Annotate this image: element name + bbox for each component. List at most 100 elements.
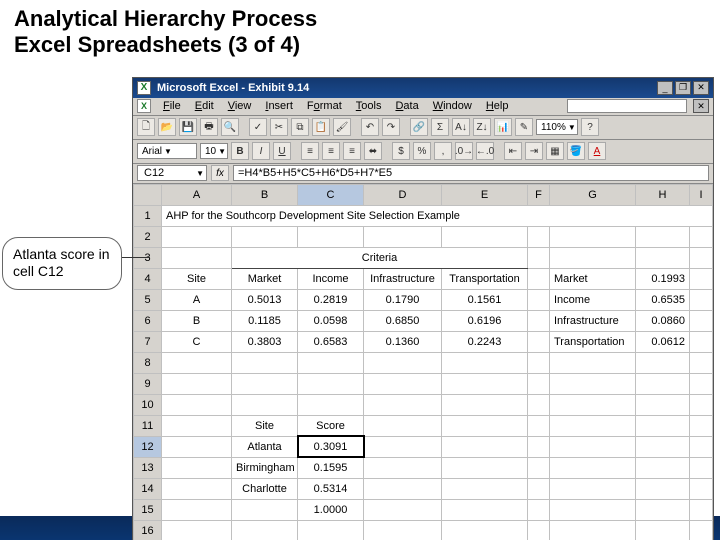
col-I[interactable]: I <box>690 184 713 205</box>
save-icon[interactable]: 💾 <box>179 118 197 136</box>
drawing-icon[interactable]: ✎ <box>515 118 533 136</box>
cell-C14[interactable]: 0.5314 <box>298 478 364 499</box>
row-14[interactable]: 14 Charlotte 0.5314 <box>134 478 713 499</box>
align-center-icon[interactable]: ≡ <box>322 142 340 160</box>
cell-H7[interactable]: 0.0612 <box>636 331 690 352</box>
cell-H4[interactable]: 0.1993 <box>636 268 690 289</box>
cell-F4[interactable] <box>528 268 550 289</box>
cell-A6[interactable]: B <box>162 310 232 331</box>
col-H[interactable]: H <box>636 184 690 205</box>
workbook-close-button[interactable]: ✕ <box>693 99 709 113</box>
hyperlink-icon[interactable]: 🔗 <box>410 118 428 136</box>
cell-E7[interactable]: 0.2243 <box>442 331 528 352</box>
criteria-header[interactable]: Criteria <box>232 247 528 268</box>
row-8[interactable]: 8 <box>134 352 713 373</box>
row-4[interactable]: 4 Site Market Income Infrastructure Tran… <box>134 268 713 289</box>
row-1[interactable]: 1AHP for the Southcorp Development Site … <box>134 205 713 226</box>
bold-icon[interactable]: B <box>231 142 249 160</box>
menu-help[interactable]: Help <box>480 99 515 113</box>
print-icon[interactable]: 🖶 <box>200 118 218 136</box>
borders-icon[interactable]: ▦ <box>546 142 564 160</box>
minimize-button[interactable]: _ <box>657 81 673 95</box>
row-9[interactable]: 9 <box>134 373 713 394</box>
col-C[interactable]: C <box>298 184 364 205</box>
chart-icon[interactable]: 📊 <box>494 118 512 136</box>
cell-C13[interactable]: 0.1595 <box>298 457 364 478</box>
align-left-icon[interactable]: ≡ <box>301 142 319 160</box>
zoom-dropdown[interactable]: 110%▼ <box>536 119 578 135</box>
cell-E6[interactable]: 0.6196 <box>442 310 528 331</box>
row-10[interactable]: 10 <box>134 394 713 415</box>
formula-bar[interactable]: =H4*B5+H5*C5+H6*D5+H7*E5 <box>233 165 709 181</box>
menu-file[interactable]: File <box>157 99 187 113</box>
percent-icon[interactable]: % <box>413 142 431 160</box>
workbook-icon[interactable]: X <box>137 99 151 113</box>
currency-icon[interactable]: $ <box>392 142 410 160</box>
cell-G4[interactable]: Market <box>550 268 636 289</box>
cell-B4[interactable]: Market <box>232 268 298 289</box>
worksheet-grid[interactable]: A B C D E F G H I 1AHP for the Southcorp… <box>133 184 713 540</box>
name-box[interactable]: C12▼ <box>137 165 207 181</box>
cell-G6[interactable]: Infrastructure <box>550 310 636 331</box>
cell-B12[interactable]: Atlanta <box>232 436 298 457</box>
font-size-dropdown[interactable]: 10▼ <box>200 143 228 159</box>
undo-icon[interactable]: ↶ <box>361 118 379 136</box>
cell-A5[interactable]: A <box>162 289 232 310</box>
copy-icon[interactable]: ⧉ <box>291 118 309 136</box>
font-color-icon[interactable]: A <box>588 142 606 160</box>
row-7[interactable]: 7 C 0.3803 0.6583 0.1360 0.2243 Transpor… <box>134 331 713 352</box>
comma-icon[interactable]: , <box>434 142 452 160</box>
cell-C5[interactable]: 0.2819 <box>298 289 364 310</box>
menu-data[interactable]: Data <box>389 99 424 113</box>
cell-D6[interactable]: 0.6850 <box>364 310 442 331</box>
menu-tools[interactable]: Tools <box>350 99 388 113</box>
underline-icon[interactable]: U <box>273 142 291 160</box>
cell-B7[interactable]: 0.3803 <box>232 331 298 352</box>
fx-button[interactable]: fx <box>211 165 229 181</box>
col-G[interactable]: G <box>550 184 636 205</box>
cell-B14[interactable]: Charlotte <box>232 478 298 499</box>
select-all-cell[interactable] <box>134 184 162 205</box>
increase-indent-icon[interactable]: ⇥ <box>525 142 543 160</box>
menu-format[interactable]: Format <box>301 99 348 113</box>
cell-B13[interactable]: Birmingham <box>232 457 298 478</box>
menu-edit[interactable]: Edit <box>189 99 220 113</box>
cell-A7[interactable]: C <box>162 331 232 352</box>
menu-insert[interactable]: Insert <box>259 99 299 113</box>
row-11[interactable]: 11 Site Score <box>134 415 713 436</box>
paste-icon[interactable]: 📋 <box>312 118 330 136</box>
maximize-button[interactable]: ❐ <box>675 81 691 95</box>
cell-D5[interactable]: 0.1790 <box>364 289 442 310</box>
menu-view[interactable]: View <box>222 99 258 113</box>
row-12[interactable]: 12 Atlanta 0.3091 <box>134 436 713 457</box>
print-preview-icon[interactable]: 🔍 <box>221 118 239 136</box>
cell-D7[interactable]: 0.1360 <box>364 331 442 352</box>
sort-asc-icon[interactable]: A↓ <box>452 118 470 136</box>
font-name-dropdown[interactable]: Arial▼ <box>137 143 197 159</box>
row-16[interactable]: 16 <box>134 520 713 540</box>
cell-B6[interactable]: 0.1185 <box>232 310 298 331</box>
open-icon[interactable]: 📂 <box>158 118 176 136</box>
row-2[interactable]: 2 <box>134 226 713 247</box>
cell-H5[interactable]: 0.6535 <box>636 289 690 310</box>
cell-A1[interactable]: AHP for the Southcorp Development Site S… <box>162 205 713 226</box>
cell-E4[interactable]: Transportation <box>442 268 528 289</box>
new-icon[interactable]: 🗋 <box>137 118 155 136</box>
fill-color-icon[interactable]: 🪣 <box>567 142 585 160</box>
format-painter-icon[interactable]: 🖌 <box>333 118 351 136</box>
spellcheck-icon[interactable]: ✓ <box>249 118 267 136</box>
increase-decimal-icon[interactable]: .0→ <box>455 142 473 160</box>
cell-E5[interactable]: 0.1561 <box>442 289 528 310</box>
cell-A4[interactable]: Site <box>162 268 232 289</box>
col-D[interactable]: D <box>364 184 442 205</box>
cell-H6[interactable]: 0.0860 <box>636 310 690 331</box>
row-3[interactable]: 3Criteria <box>134 247 713 268</box>
col-F[interactable]: F <box>528 184 550 205</box>
cell-C15[interactable]: 1.0000 <box>298 499 364 520</box>
merge-center-icon[interactable]: ⬌ <box>364 142 382 160</box>
menu-window[interactable]: Window <box>427 99 478 113</box>
cell-B11[interactable]: Site <box>232 415 298 436</box>
cell-C11[interactable]: Score <box>298 415 364 436</box>
row-5[interactable]: 5 A 0.5013 0.2819 0.1790 0.1561 Income 0… <box>134 289 713 310</box>
cell-C6[interactable]: 0.0598 <box>298 310 364 331</box>
